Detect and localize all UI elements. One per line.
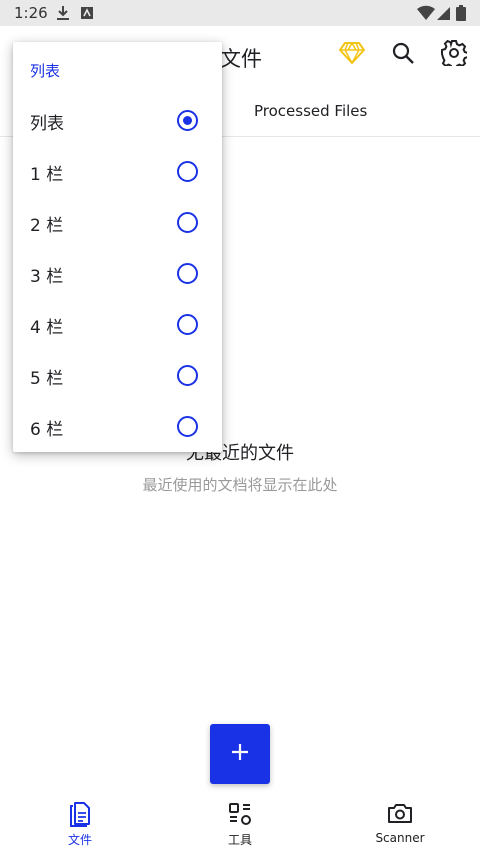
add-button[interactable] [210,724,270,784]
menu-option-label: 4 栏 [30,318,64,338]
nav-label-files: 文件 [67,833,92,847]
radio-selected-icon[interactable] [177,110,198,131]
gear-icon [441,39,469,70]
document-icon [68,802,92,832]
menu-option-label: 3 栏 [30,267,64,287]
menu-option-label: 2 栏 [30,216,64,236]
status-time: 1:26 [14,4,48,22]
nav-item-scanner[interactable]: Scanner [340,794,460,854]
nav-item-files[interactable]: 文件 [20,794,140,854]
radio-unselected-icon[interactable] [177,212,198,233]
menu-option-1-column[interactable]: 1 栏 [13,146,222,197]
bottom-nav: 文件 工具 Scanner [0,794,480,854]
menu-option-label: 5 栏 [30,369,64,389]
app-title: 文件 [220,47,262,71]
view-mode-menu: 列表 列表 1 栏 2 栏 3 栏 4 栏 5 栏 6 栏 [13,42,222,452]
nav-item-tools[interactable]: 工具 [180,794,300,854]
radio-unselected-icon[interactable] [177,314,198,335]
radio-unselected-icon[interactable] [177,365,198,386]
menu-option-4-columns[interactable]: 4 栏 [13,299,222,350]
status-bar: 1:26 [0,0,480,26]
menu-option-5-columns[interactable]: 5 栏 [13,350,222,401]
nav-label-scanner: Scanner [375,831,425,845]
menu-header: 列表 [30,62,61,80]
diamond-icon [338,41,366,69]
menu-option-label: 6 栏 [30,420,64,440]
signal-icon [437,5,451,25]
plus-icon [230,742,250,766]
radio-unselected-icon[interactable] [177,263,198,284]
battery-icon [456,5,466,25]
menu-option-2-columns[interactable]: 2 栏 [13,197,222,248]
tools-icon [228,802,252,830]
menu-option-label: 1 栏 [30,165,64,185]
tab-processed-files[interactable]: Processed Files [254,102,367,120]
wifi-icon [417,5,435,25]
menu-option-3-columns[interactable]: 3 栏 [13,248,222,299]
search-button[interactable] [387,39,419,71]
menu-option-list[interactable]: 列表 [13,95,222,146]
radio-unselected-icon[interactable] [177,416,198,437]
nav-label-tools: 工具 [227,833,252,847]
menu-option-label: 列表 [30,114,64,134]
app-notification-icon [80,5,94,25]
radio-unselected-icon[interactable] [177,161,198,182]
search-icon [391,41,415,69]
download-icon [56,5,70,25]
settings-button[interactable] [438,39,470,71]
premium-button[interactable] [336,39,368,71]
empty-state-subtitle: 最近使用的文档将显示在此处 [142,476,338,494]
camera-icon [387,802,413,828]
menu-option-6-columns[interactable]: 6 栏 [13,401,222,452]
